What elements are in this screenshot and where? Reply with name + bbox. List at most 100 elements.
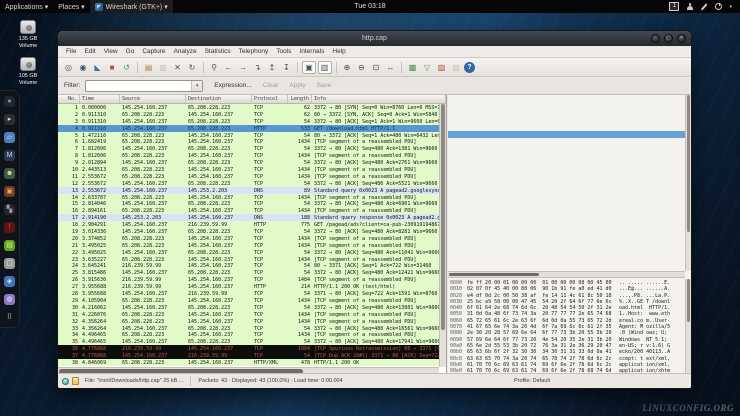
table-row[interactable]: 24 3.645241 216.239.59.99 145.254.160.23…	[58, 262, 439, 269]
filter-input[interactable]: ▾	[85, 80, 203, 92]
table-row[interactable]: 31 4.226076 65.208.228.223 145.254.160.2…	[58, 311, 439, 318]
table-row[interactable]: 25 3.815486 145.254.160.237 65.208.228.2…	[58, 269, 439, 276]
table-row[interactable]: 23 3.635227 65.208.228.223 145.254.160.2…	[58, 256, 439, 263]
toolbar-separator[interactable]	[336, 62, 337, 73]
detail-line[interactable]: Connection: keep-alive\r\n	[448, 187, 685, 194]
show-applications-icon[interactable]: ⠿	[4, 312, 15, 323]
media-app-icon[interactable]: ▣	[4, 186, 15, 197]
app-icon-m[interactable]: M	[4, 150, 15, 161]
go-forward-icon[interactable]: →	[237, 61, 250, 74]
find-packet-icon[interactable]: ⚲	[208, 61, 221, 74]
column-header[interactable]: Length	[288, 95, 312, 103]
detail-line[interactable]: ▾Hypertext Transfer Protocol	[448, 124, 685, 131]
table-row[interactable]: 30 4.216062 145.254.160.237 65.208.228.2…	[58, 304, 439, 311]
active-app-menu[interactable]: Wireshark (GTK+) ▾	[90, 0, 173, 13]
table-row[interactable]: 9 2.012894 145.254.160.237 65.208.228.22…	[58, 159, 439, 166]
table-row[interactable]: 36 4.776868 216.239.59.99 145.254.160.23…	[58, 345, 439, 352]
files-icon[interactable]: ▱	[4, 132, 15, 143]
close-file-icon[interactable]: ✕	[171, 61, 184, 74]
open-file-icon[interactable]: ▤	[142, 61, 155, 74]
column-header[interactable]: Destination	[186, 95, 252, 103]
help-icon[interactable]: ?	[464, 62, 475, 73]
table-row[interactable]: 34 4.496465 65.208.228.223 145.254.160.2…	[58, 331, 439, 338]
table-row[interactable]: 13 2.553672 145.254.160.237 145.253.2.20…	[58, 187, 439, 194]
menu-item[interactable]: Tools	[272, 47, 295, 56]
table-row[interactable]: 8 1.812606 65.208.228.223 145.254.160.23…	[58, 152, 439, 159]
gray-app-icon[interactable]: ▢	[4, 258, 15, 269]
blue-app-icon[interactable]: ◈	[4, 276, 15, 287]
user-icon[interactable]	[686, 3, 693, 10]
terminal-icon[interactable]: ▸	[4, 114, 15, 125]
green-app-icon[interactable]: ▤	[4, 240, 15, 251]
workspace-indicator[interactable]: 1	[669, 2, 679, 11]
input-method-icon[interactable]	[701, 3, 708, 10]
scrollbar-thumb[interactable]	[441, 104, 445, 330]
purple-app-icon[interactable]: ◍	[4, 294, 15, 305]
go-top-icon[interactable]: ↥	[266, 61, 279, 74]
colorize-toggle-icon[interactable]: ▣	[302, 61, 316, 74]
table-row[interactable]: 21 3.495025 65.208.228.223 145.254.160.2…	[58, 242, 439, 249]
menu-item[interactable]: Statistics	[201, 47, 235, 56]
dropdown-caret-icon[interactable]: ▾	[191, 81, 202, 91]
detail-line[interactable]: Accept-Language: en-us,en;q=0.5\r\n	[448, 159, 685, 166]
capture-stop-icon[interactable]: ■	[106, 61, 119, 74]
applications-menu[interactable]: Applications ▾	[0, 0, 53, 13]
system-status-area[interactable]: 1 ▾	[669, 2, 740, 11]
close-button[interactable]: ✕	[677, 34, 686, 43]
table-row[interactable]: 26 3.915630 216.239.59.99 145.254.160.23…	[58, 276, 439, 283]
menu-item[interactable]: Internals	[295, 47, 328, 56]
apply-button[interactable]: Apply	[289, 82, 305, 89]
table-row[interactable]: 22 3.495025 145.254.160.237 65.208.228.2…	[58, 249, 439, 256]
capture-filter-icon[interactable]: ▧	[450, 61, 463, 74]
table-row[interactable]: 6 1.682419 65.208.228.223 145.254.160.23…	[58, 138, 439, 145]
table-row[interactable]: 33 4.356264 145.254.160.237 65.208.228.2…	[58, 325, 439, 332]
firefox-icon[interactable]: ●	[4, 96, 15, 107]
capture-start-icon[interactable]: ◣	[91, 61, 104, 74]
table-row[interactable]: 38 4.846069 65.208.228.223 145.254.160.2…	[58, 359, 439, 366]
window-titlebar[interactable]: http.cap − ▢ ✕	[58, 31, 691, 46]
dark-app-icon[interactable]: ▚	[4, 204, 15, 215]
flash-app-icon[interactable]: f	[4, 222, 15, 233]
scrollbar-thumb[interactable]	[449, 273, 539, 276]
go-to-packet-icon[interactable]: ↴	[251, 61, 264, 74]
table-row[interactable]: 28 3.955688 145.254.160.237 216.239.59.9…	[58, 290, 439, 297]
toolbar-separator[interactable]	[137, 62, 138, 73]
detail-line[interactable]: Keep-Alive: 300\r\n	[448, 180, 685, 187]
table-row[interactable]: 29 4.105904 65.208.228.223 145.254.160.2…	[58, 297, 439, 304]
table-row[interactable]: 11 2.553672 65.208.228.223 145.254.160.2…	[58, 173, 439, 180]
zoom-100-icon[interactable]: ⊡	[370, 61, 383, 74]
save-file-icon[interactable]: ▥	[157, 61, 170, 74]
table-row[interactable]: 15 2.814046 145.254.160.237 65.208.228.2…	[58, 200, 439, 207]
table-row[interactable]: 12 2.553672 145.254.160.237 65.208.228.2…	[58, 180, 439, 187]
detail-line[interactable]: ▸Transmission Control Protocol, Src Port…	[448, 117, 685, 124]
table-row[interactable]: 1 0.000000 145.254.160.237 65.208.228.22…	[58, 104, 439, 111]
resize-columns-icon[interactable]: ↔	[384, 61, 397, 74]
table-row[interactable]: 32 4.356264 65.208.228.223 145.254.160.2…	[58, 318, 439, 325]
detail-line[interactable]: [Response in frame: 38]	[448, 222, 685, 229]
table-row[interactable]: 27 3.955688 216.239.59.99 145.254.160.23…	[58, 283, 439, 290]
user-app-icon[interactable]: ☻	[4, 168, 15, 179]
table-row[interactable]: 35 4.496465 145.254.160.237 65.208.228.2…	[58, 338, 439, 345]
table-row[interactable]: 14 2.633787 65.208.228.223 145.254.160.2…	[58, 194, 439, 201]
zoom-in-icon[interactable]: ⊕	[341, 61, 354, 74]
reload-icon[interactable]: ↻	[186, 61, 199, 74]
expression-button[interactable]: Expression...	[214, 82, 252, 89]
table-row[interactable]: 10 2.443513 65.208.228.223 145.254.160.2…	[58, 166, 439, 173]
detail-line[interactable]: Accept-Encoding: gzip,deflate\r\n	[448, 166, 685, 173]
save-button[interactable]: Save	[317, 82, 332, 89]
detail-line[interactable]: ▸Frame 4: 533 bytes on wire (4264 bits),…	[448, 96, 685, 103]
capture-options-icon[interactable]: ◉	[77, 61, 90, 74]
display-filter-icon[interactable]: ▽	[421, 61, 434, 74]
table-row[interactable]: 19 3.014336 145.254.160.237 65.208.228.2…	[58, 228, 439, 235]
toolbar-separator[interactable]	[203, 62, 204, 73]
menu-item[interactable]: Help	[328, 47, 349, 56]
packet-list-vertical-scrollbar[interactable]	[439, 104, 446, 367]
maximize-button[interactable]: ▢	[664, 34, 673, 43]
menu-item[interactable]: Telephony	[235, 47, 273, 56]
scrollbar-thumb[interactable]	[687, 279, 690, 322]
table-row[interactable]: 20 3.374852 65.208.228.223 145.254.160.2…	[58, 235, 439, 242]
menu-item[interactable]: View	[100, 47, 122, 56]
menu-item[interactable]: File	[62, 47, 80, 56]
detail-line[interactable]: [Full request URI: http://www.ethereal.c…	[448, 208, 685, 215]
places-menu[interactable]: Places ▾	[53, 0, 89, 13]
